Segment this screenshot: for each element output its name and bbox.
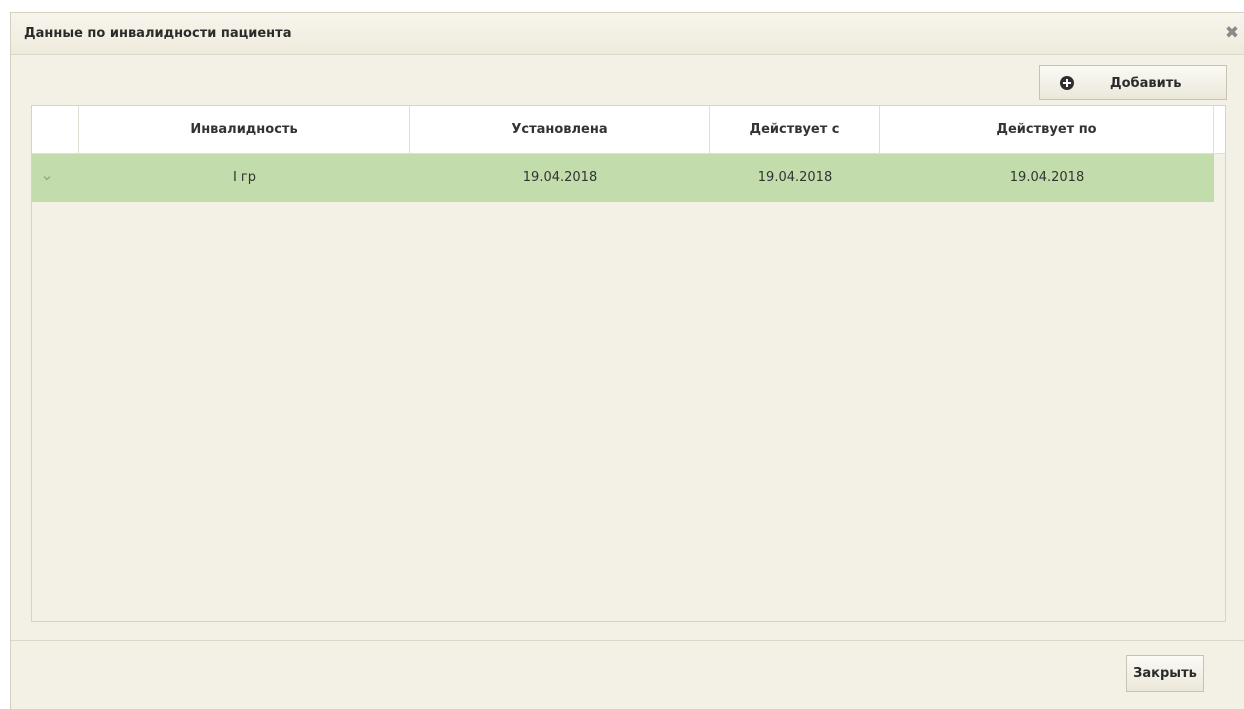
column-header-valid-from[interactable]: Действует с [710, 106, 880, 153]
cell-disability: I гр [232, 170, 257, 185]
table-row[interactable]: I гр 19.04.2018 19.04.2018 19.04.2018 [32, 154, 1214, 202]
column-header-disability[interactable]: Инвалидность [79, 106, 410, 153]
column-header-valid-to[interactable]: Действует по [880, 106, 1214, 153]
cell-established: 19.04.2018 [522, 170, 598, 185]
disability-table: Инвалидность Установлена Действует с Дей… [31, 105, 1226, 622]
cell-valid-from: 19.04.2018 [757, 170, 833, 185]
disability-dialog: Данные по инвалидности пациента ✖ Добави… [10, 12, 1244, 709]
column-header-spacer [1214, 106, 1225, 153]
close-button[interactable]: Закрыть [1126, 655, 1204, 692]
table-header: Инвалидность Установлена Действует с Дей… [32, 106, 1225, 154]
column-header-established[interactable]: Установлена [410, 106, 710, 153]
dialog-title: Данные по инвалидности пациента [24, 26, 292, 41]
plus-circle-icon [1060, 76, 1074, 90]
close-icon[interactable]: ✖ [1223, 23, 1241, 43]
dialog-titlebar: Данные по инвалидности пациента ✖ [11, 13, 1244, 55]
add-button-label: Добавить [1110, 76, 1182, 91]
add-button[interactable]: Добавить [1039, 65, 1227, 100]
footer-divider [11, 640, 1244, 641]
chevron-down-icon[interactable] [41, 172, 53, 184]
cell-valid-to: 19.04.2018 [1009, 170, 1085, 185]
column-header-expand [32, 106, 79, 153]
